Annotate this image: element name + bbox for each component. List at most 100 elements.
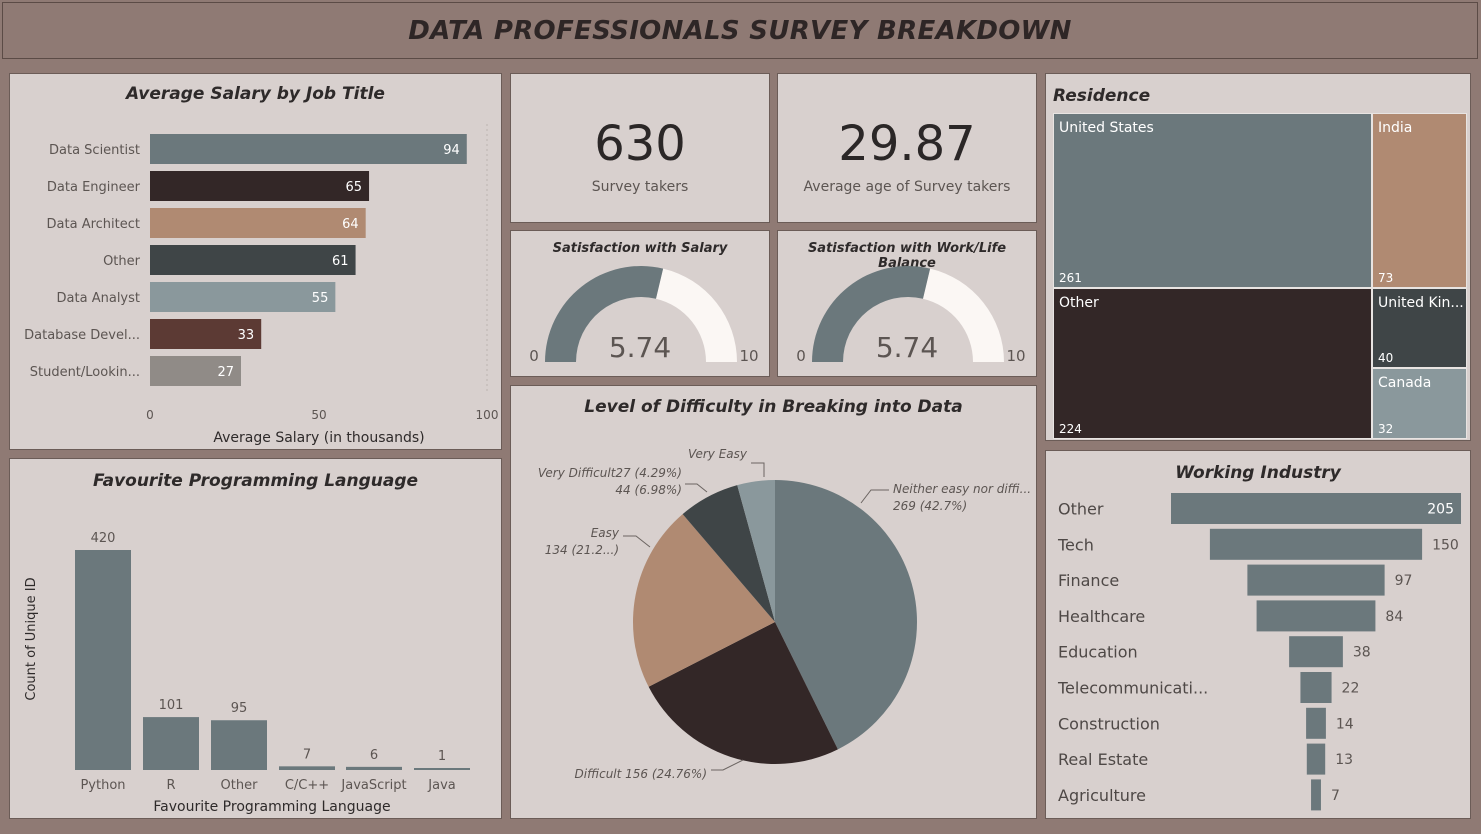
difficulty-chart-panel[interactable]: Level of Difficulty in Breaking into Dat… [510, 385, 1037, 819]
pie-label-very-difficult: 44 (6.98%) [615, 483, 682, 497]
language-category-label-r: R [166, 778, 175, 793]
industry-bar-agriculture[interactable] [1311, 779, 1321, 811]
salary-bar-data-scientist[interactable] [150, 134, 467, 164]
residence-panel[interactable]: Residence United States 261 India 73 Oth… [1045, 73, 1471, 441]
salary-bar-value-student-lookin: 27 [217, 365, 234, 380]
industry-bar-education[interactable] [1289, 636, 1343, 668]
average-age-label: Average age of Survey takers [803, 179, 1011, 195]
gauge-balance-value: 5.74 [876, 331, 938, 364]
salary-category-label-student-lookin: Student/Lookin... [30, 365, 140, 380]
industry-bar-real-estate[interactable] [1306, 743, 1326, 775]
residence-cell-united-kingdom[interactable]: United Kin... 40 [1372, 288, 1467, 368]
industry-label-agriculture: Agriculture [1058, 786, 1146, 805]
industry-label-construction: Construction [1058, 714, 1160, 733]
salary-bar-value-data-scientist: 94 [443, 143, 460, 158]
pie-label-very-easy: Very Easy [688, 447, 748, 461]
industry-label-education: Education [1058, 643, 1138, 662]
industry-chart: Other 205 Tech 150 Finance 97 Healthcare 84 Educ… [1057, 493, 1461, 811]
residence-cell-india[interactable]: India 73 [1372, 113, 1467, 288]
residence-cell-canada[interactable]: Canada 32 [1372, 368, 1467, 439]
salary-bar-value-database-devel: 33 [238, 328, 255, 343]
industry-chart-panel[interactable]: Working Industry Other 205 Tech 150 Finance 9… [1045, 450, 1471, 819]
pie-label-difficult: Difficult 156 (24.76%) [575, 767, 707, 781]
language-bar-java[interactable] [414, 768, 470, 770]
pie-leader-easy [623, 535, 651, 548]
kpi-survey-takers[interactable]: 630 Survey takers [510, 73, 770, 223]
residence-value: 40 [1378, 351, 1394, 365]
language-y-axis-label: Count of Unique ID [24, 577, 39, 700]
salary-category-label-data-architect: Data Architect [47, 217, 140, 232]
pie-leader-neither-easy-nor-diffi [860, 489, 889, 504]
residence-value: 261 [1059, 271, 1082, 285]
language-category-label-java: Java [427, 778, 455, 793]
salary-tick-100: 100 [476, 408, 499, 422]
residence-name: Other [1059, 295, 1099, 311]
language-bar-other[interactable] [211, 720, 267, 770]
gauge-salary-min: 0 [529, 347, 539, 365]
salary-category-label-data-analyst: Data Analyst [57, 291, 140, 306]
pie-label-easy: 134 (21.2...) [545, 543, 619, 557]
salary-x-axis-label: Average Salary (in thousands) [213, 430, 424, 446]
gauge-salary-max: 10 [739, 347, 758, 365]
salary-chart: Data Scientist 94 Data Engineer 65 Data Arch… [24, 124, 499, 446]
industry-bar-tech[interactable] [1209, 528, 1423, 560]
gauge-balance-panel[interactable]: Satisfaction with Work/Life Balance 5.74… [777, 230, 1037, 377]
industry-bar-other[interactable] [1171, 493, 1461, 524]
industry-value-finance: 97 [1395, 573, 1413, 589]
residence-value: 224 [1059, 422, 1082, 436]
industry-label-finance: Finance [1058, 571, 1119, 590]
language-bar-value-javascript: 6 [370, 748, 378, 763]
industry-value-agriculture: 7 [1331, 788, 1340, 804]
salary-bar-other[interactable] [150, 245, 356, 275]
industry-bar-finance[interactable] [1247, 564, 1385, 596]
industry-value-real-estate: 13 [1335, 752, 1353, 768]
language-bar-value-r: 101 [159, 698, 184, 713]
language-bar-c-c[interactable] [279, 766, 335, 770]
pie-label-very-difficult: Very Difficult27 (4.29%) [538, 466, 682, 480]
salary-category-label-data-scientist: Data Scientist [49, 143, 140, 158]
salary-chart-panel[interactable]: Average Salary by Job Title Data Scienti… [9, 73, 502, 450]
language-bar-python[interactable] [75, 550, 131, 770]
industry-label-healthcare: Healthcare [1058, 607, 1145, 626]
salary-bar-data-analyst[interactable] [150, 282, 336, 312]
gauge-salary-value: 5.74 [609, 331, 671, 364]
residence-value: 73 [1378, 271, 1394, 285]
language-x-axis-label: Favourite Programming Language [153, 799, 390, 815]
gauge-salary-panel[interactable]: Satisfaction with Salary 5.74 0 10 [510, 230, 770, 377]
industry-value-healthcare: 84 [1385, 609, 1403, 625]
residence-cell-united-states[interactable]: United States 261 [1053, 113, 1372, 288]
salary-bar-data-engineer[interactable] [150, 171, 370, 201]
gauge-balance-min: 0 [796, 347, 806, 365]
language-chart-panel[interactable]: Favourite Programming Language 420 Python… [9, 458, 502, 819]
salary-bar-data-architect[interactable] [150, 208, 366, 238]
survey-takers-value: 630 [594, 116, 686, 172]
salary-bar-value-data-analyst: 55 [312, 291, 329, 306]
salary-tick-0: 0 [146, 408, 154, 422]
language-bar-value-other: 95 [231, 701, 248, 716]
language-category-label-python: Python [80, 778, 125, 793]
industry-label-telecommunicati: Telecommunicati... [1057, 679, 1208, 698]
industry-value-telecommunicati: 22 [1342, 681, 1360, 697]
kpi-average-age[interactable]: 29.87 Average age of Survey takers [777, 73, 1037, 223]
language-bar-value-c-c: 7 [303, 747, 311, 762]
gauge-salary: 5.74 0 10 [529, 265, 759, 365]
language-bar-javascript[interactable] [346, 766, 402, 770]
pie-label-easy: Easy [591, 526, 620, 540]
residence-cell-other[interactable]: Other 224 [1053, 288, 1372, 439]
residence-name: United States [1059, 120, 1154, 136]
industry-bar-healthcare[interactable] [1256, 600, 1376, 632]
salary-category-label-database-devel: Database Devel... [24, 328, 140, 343]
language-bar-r[interactable] [143, 717, 199, 770]
language-category-label-other: Other [221, 778, 259, 793]
language-category-label-javascript: JavaScript [340, 778, 406, 793]
industry-value-education: 38 [1353, 645, 1371, 661]
language-bar-value-java: 1 [438, 749, 446, 764]
survey-takers-label: Survey takers [591, 179, 689, 195]
industry-bar-telecommunicati[interactable] [1300, 672, 1332, 703]
dashboard-header: DATA PROFESSIONALS SURVEY BREAKDOWN [2, 2, 1478, 59]
industry-label-tech: Tech [1057, 535, 1094, 554]
dashboard-title: DATA PROFESSIONALS SURVEY BREAKDOWN [408, 15, 1072, 46]
industry-bar-construction[interactable] [1306, 707, 1326, 739]
gauge-balance: 5.74 0 10 [796, 265, 1026, 365]
difficulty-chart: Neither easy nor diffi... 269 (42.7%) Diff… [538, 447, 1031, 781]
